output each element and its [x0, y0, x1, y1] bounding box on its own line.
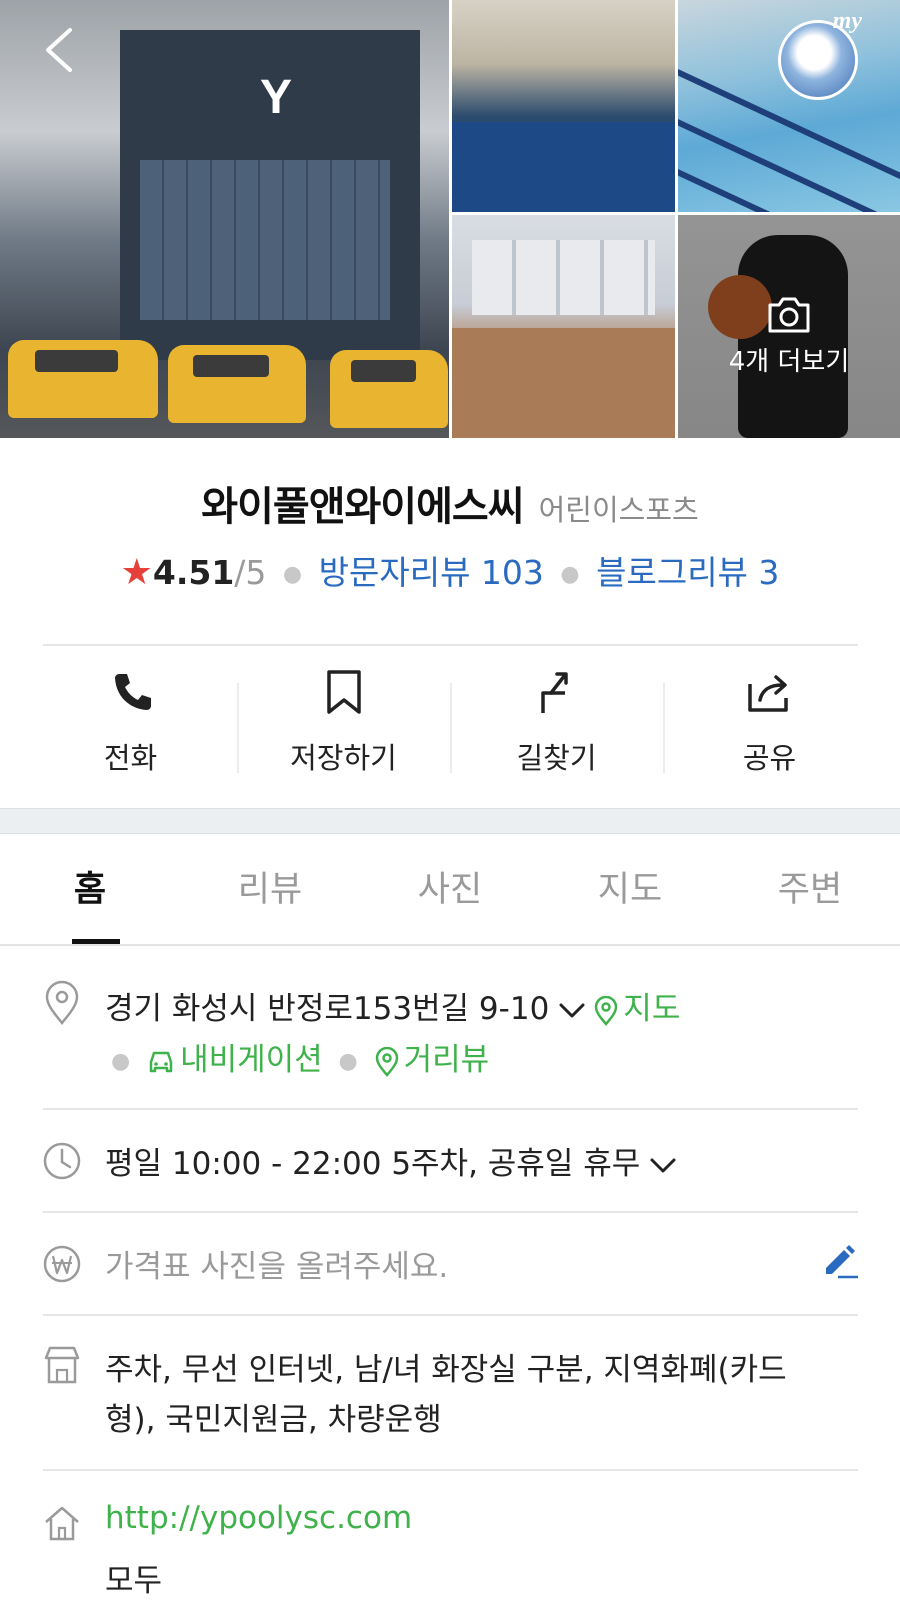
share-label: 공유	[742, 741, 797, 775]
photo-gallery: Y 4개 더보기 my	[0, 0, 900, 438]
directions-icon	[540, 672, 568, 713]
map-link[interactable]: 지도	[593, 991, 680, 1027]
share-button[interactable]: 공유	[663, 665, 876, 785]
website-link[interactable]: http://ypoolysc.com	[105, 1500, 412, 1536]
navigation-link-label: 내비게이션	[180, 1042, 323, 1078]
tab-map[interactable]: 지도	[540, 834, 720, 944]
address-text: 경기 화성시 반정로153번길 9-10	[105, 991, 550, 1027]
directions-label: 길찾기	[516, 741, 597, 775]
active-tab-indicator	[72, 939, 120, 944]
amenities-line-1: 주차, 무선 인터넷, 남/녀 화장실 구분, 지역화폐(카드	[105, 1352, 787, 1388]
my-badge[interactable]: my	[776, 8, 862, 100]
tab-bar: 홈 리뷰 사진 지도 주변	[0, 834, 900, 946]
star-icon: ★	[120, 552, 153, 593]
more-photos-button[interactable]: 4개 더보기	[678, 215, 900, 438]
pencil-icon[interactable]	[820, 1240, 860, 1280]
divider	[43, 1314, 858, 1316]
blog-reviews-link[interactable]: 블로그리뷰 3	[596, 553, 779, 592]
save-button[interactable]: 저장하기	[237, 665, 450, 785]
court-photo[interactable]	[452, 215, 675, 438]
rating-score: 4.51	[152, 553, 235, 592]
chevron-down-icon[interactable]	[559, 1003, 585, 1019]
van-image	[8, 340, 158, 418]
clock-icon	[43, 1142, 81, 1180]
rating-max: /5	[234, 553, 267, 592]
place-category: 어린이스포츠	[538, 493, 699, 527]
van-image	[168, 345, 306, 423]
camera-icon	[768, 297, 810, 333]
chevron-left-icon	[46, 28, 72, 72]
call-button[interactable]: 전화	[24, 665, 237, 785]
won-currency-icon	[43, 1245, 81, 1283]
phone-icon	[114, 674, 151, 710]
streetview-pin-icon	[375, 1046, 398, 1077]
back-button[interactable]	[40, 26, 80, 74]
separator-dot: ●	[111, 1049, 131, 1074]
website-more-link[interactable]: 모두	[105, 1555, 162, 1600]
map-pin-icon	[595, 995, 618, 1026]
divider	[43, 1469, 858, 1471]
separator-dot: ●	[560, 562, 580, 587]
bookmark-icon	[326, 670, 361, 714]
store-icon	[44, 1346, 80, 1384]
address-row: 경기 화성시 반정로153번길 9-10 지도	[105, 983, 680, 1028]
van-image	[330, 350, 448, 428]
separator-dot: ●	[282, 562, 303, 587]
home-icon	[45, 1506, 79, 1541]
tab-home[interactable]: 홈	[0, 834, 180, 944]
amenities-line-2: 형), 국민지원금, 차량운행	[105, 1402, 442, 1438]
place-name: 와이풀앤와이에스씨	[201, 484, 524, 530]
more-photos-label: 4개 더보기	[728, 347, 850, 377]
separator-dot: ●	[338, 1049, 358, 1074]
call-label: 전화	[103, 741, 158, 775]
my-label: my	[832, 8, 862, 34]
tab-nearby[interactable]: 주변	[720, 834, 900, 944]
chevron-down-icon	[650, 1158, 676, 1172]
map-link-label: 지도	[623, 991, 681, 1027]
section-separator	[0, 808, 900, 834]
price-placeholder[interactable]: 가격표 사진을 올려주세요.	[105, 1241, 448, 1286]
rating-row: ★4.51/5 ● 방문자리뷰 103 ● 블로그리뷰 3	[0, 546, 900, 594]
divider	[43, 1108, 858, 1110]
pool-photo[interactable]	[452, 0, 675, 212]
location-pin-icon	[45, 980, 79, 1026]
address-links-row: ● 내비게이션 ● 거리뷰	[105, 1034, 489, 1079]
share-icon	[747, 675, 788, 712]
building-image: Y	[120, 30, 420, 360]
hours-text: 평일 10:00 - 22:00 5주차, 공휴일 휴무	[105, 1146, 641, 1182]
title-row: 와이풀앤와이에스씨 어린이스포츠	[0, 474, 900, 532]
navigation-link[interactable]: 내비게이션	[146, 1042, 323, 1078]
divider	[43, 644, 858, 646]
tab-reviews[interactable]: 리뷰	[180, 834, 360, 944]
action-bar: 전화 저장하기 길찾기 공유	[24, 665, 876, 785]
save-label: 저장하기	[290, 741, 397, 775]
hours-row[interactable]: 평일 10:00 - 22:00 5주차, 공휴일 휴무	[105, 1138, 684, 1183]
streetview-link[interactable]: 거리뷰	[374, 1042, 490, 1078]
divider	[43, 1211, 858, 1213]
tab-photos[interactable]: 사진	[360, 834, 540, 944]
visitor-reviews-link[interactable]: 방문자리뷰 103	[319, 553, 544, 592]
directions-button[interactable]: 길찾기	[450, 665, 663, 785]
car-icon	[149, 1051, 173, 1072]
streetview-link-label: 거리뷰	[403, 1042, 490, 1078]
